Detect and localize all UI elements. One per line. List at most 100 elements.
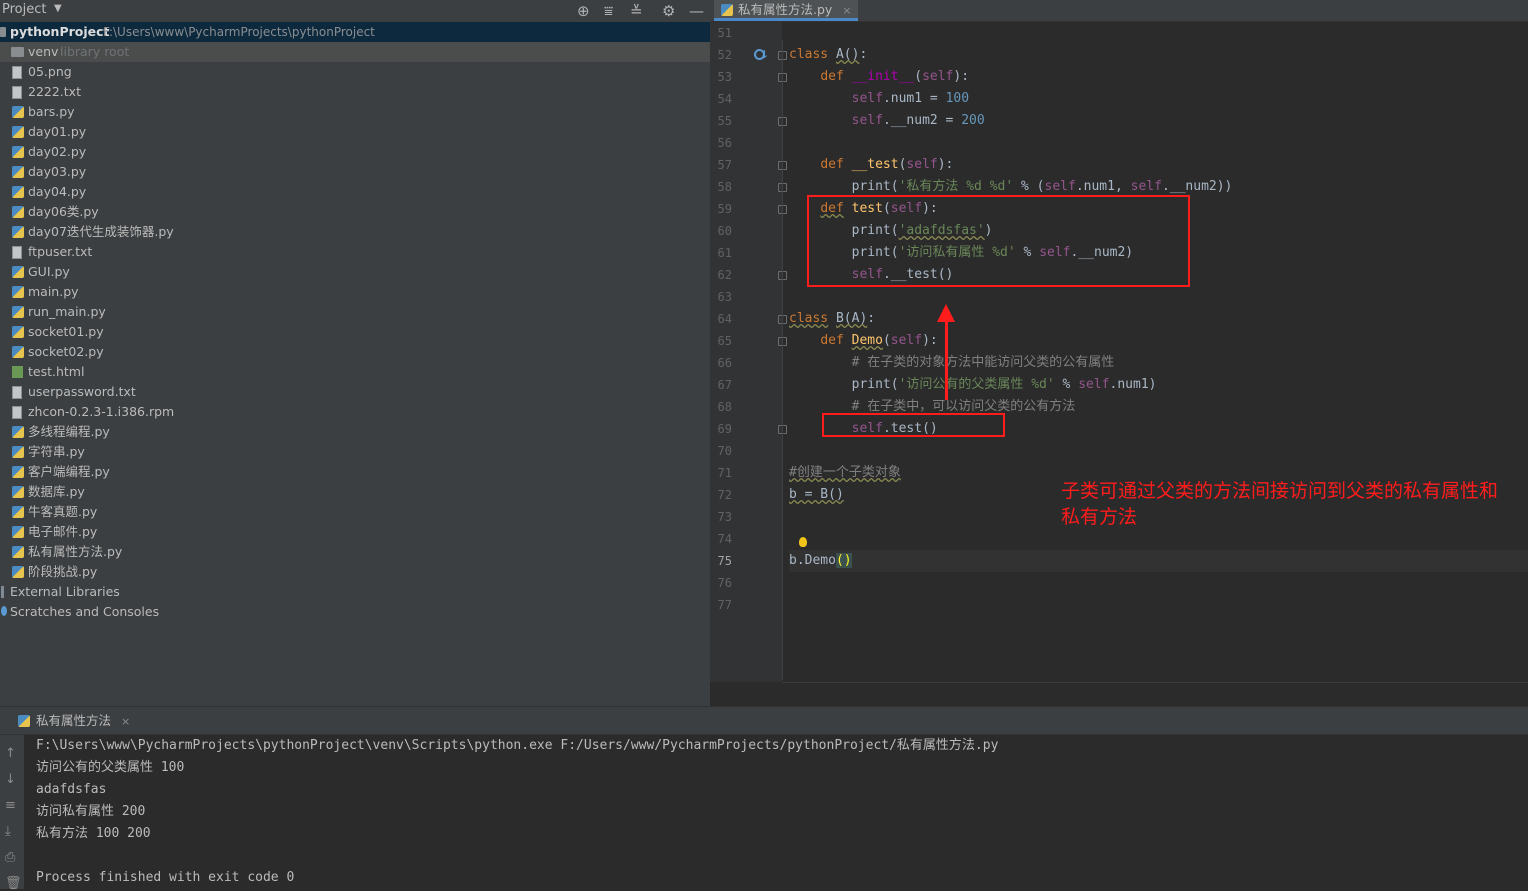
indent-guide (782, 40, 783, 680)
python-file-icon (12, 486, 24, 498)
tree-file-item[interactable]: day01.py (0, 122, 710, 142)
line-number: 58 (717, 180, 732, 194)
tree-file-item[interactable]: day07迭代生成装饰器.py (0, 222, 710, 242)
folder-icon (0, 27, 6, 37)
line-number: 54 (717, 92, 732, 106)
line-number: 72 (717, 488, 732, 502)
console-line: adafdsfas (36, 782, 107, 797)
lightbulb-icon[interactable] (799, 537, 807, 547)
collapse-all-icon[interactable]: ≚ (630, 1, 643, 21)
python-file-icon (12, 106, 24, 118)
line-number: 66 (717, 356, 732, 370)
tree-file-item[interactable]: 字符串.py (0, 442, 710, 462)
tree-item-venv[interactable]: venv library root (0, 42, 710, 62)
tree-file-label: ftpuser.txt (28, 244, 93, 259)
scratch-icon (1, 606, 7, 616)
tree-file-item[interactable]: day03.py (0, 162, 710, 182)
tree-file-item[interactable]: day04.py (0, 182, 710, 202)
line-number: 62 (717, 268, 732, 282)
minimize-icon[interactable]: — (689, 1, 704, 21)
tree-file-label: socket02.py (28, 344, 104, 359)
close-icon[interactable]: × (842, 4, 851, 17)
tree-item-scratches[interactable]: Scratches and Consoles (0, 602, 710, 622)
text-file-icon (12, 246, 22, 259)
tree-file-item[interactable]: socket01.py (0, 322, 710, 342)
code-line-67: print('访问公有的父类属性 %d' % self.num1) (789, 377, 1157, 392)
tree-file-item[interactable]: day06类.py (0, 202, 710, 222)
python-file-icon (12, 346, 24, 358)
line-number: 51 (717, 26, 732, 40)
python-file-icon (12, 126, 24, 138)
python-file-icon (12, 426, 24, 438)
tree-file-item[interactable]: 数据库.py (0, 482, 710, 502)
line-number: 67 (717, 378, 732, 392)
highlight-box-self-test-call (822, 413, 1005, 437)
tree-file-item[interactable]: main.py (0, 282, 710, 302)
expand-all-icon[interactable]: ⩸ (604, 1, 613, 21)
print-icon[interactable]: ⎙ (5, 851, 15, 865)
run-tab[interactable]: 私有属性方法 × (18, 711, 130, 732)
project-view-title[interactable]: Project (2, 2, 46, 17)
tree-file-label: GUI.py (28, 264, 70, 279)
scroll-to-end-icon[interactable]: ⤓ (5, 825, 11, 839)
line-number: 65 (717, 334, 732, 348)
tree-file-item[interactable]: 客户端编程.py (0, 462, 710, 482)
gear-icon[interactable]: ⚙ (662, 1, 675, 21)
code-line-72: b = B() (789, 487, 844, 502)
tree-file-item[interactable]: ftpuser.txt (0, 242, 710, 262)
tree-file-item[interactable]: 阶段挑战.py (0, 562, 710, 582)
project-panel: Project ▼ ⊕ ⩸ ≚ ⚙ — pythonProject F:\Use… (0, 0, 710, 706)
python-file-icon (12, 306, 24, 318)
tree-file-item[interactable]: userpassword.txt (0, 382, 710, 402)
tree-file-item[interactable]: day02.py (0, 142, 710, 162)
tree-file-item[interactable]: zhcon-0.2.3-1.i386.rpm (0, 402, 710, 422)
tree-file-item[interactable]: 电子邮件.py (0, 522, 710, 542)
run-toolbar: ↑ ↓ ≡ ⤓ ⎙ 🗑 (0, 735, 24, 891)
editor-panel: 私有属性方法.py × 51 52 53 54 55 56 57 58 59 60 61 62 63 64… (710, 0, 1528, 706)
line-number: 69 (717, 422, 732, 436)
tree-file-item[interactable]: bars.py (0, 102, 710, 122)
tree-file-item[interactable]: run_main.py (0, 302, 710, 322)
tree-root-pythonproject[interactable]: pythonProject F:\Users\www\PycharmProjec… (0, 22, 710, 42)
python-file-icon (12, 506, 24, 518)
soft-wrap-icon[interactable]: ≡ (5, 799, 16, 813)
tree-file-item[interactable]: 05.png (0, 62, 710, 82)
python-file-icon (12, 326, 24, 338)
code-line-65: def Demo(self): (820, 333, 938, 348)
tree-file-item[interactable]: test.html (0, 362, 710, 382)
tree-file-item[interactable]: socket02.py (0, 342, 710, 362)
scroll-down-icon[interactable]: ↓ (5, 773, 16, 787)
locate-icon[interactable]: ⊕ (577, 1, 590, 21)
tree-file-item[interactable]: 多线程编程.py (0, 422, 710, 442)
editor-horizontal-scroll[interactable] (782, 682, 1528, 706)
view-dropdown-icon[interactable]: ▼ (54, 3, 62, 14)
python-file-icon (12, 146, 24, 158)
code-line-52: class A(): (789, 47, 868, 62)
tree-item-external-libraries[interactable]: External Libraries (0, 582, 710, 602)
code-line-66: # 在子类的对象方法中能访问父类的公有属性 (851, 355, 1115, 370)
tree-file-item[interactable]: 私有属性方法.py (0, 542, 710, 562)
tree-file-item[interactable]: GUI.py (0, 262, 710, 282)
tree-file-label: run_main.py (28, 304, 106, 319)
console-line: 访问公有的父类属性 100 (36, 760, 185, 775)
close-icon[interactable]: × (121, 715, 130, 728)
code-line-53: def __init__(self): (820, 69, 970, 84)
code-area[interactable]: class A(): def __init__(self): self.num1… (789, 22, 1528, 682)
text-file-icon (12, 66, 22, 79)
line-number-gutter: 51 52 53 54 55 56 57 58 59 60 61 62 63 64 65 66 67 68 69 70… (710, 22, 787, 682)
python-file-icon (12, 266, 24, 278)
tree-file-item[interactable]: 2222.txt (0, 82, 710, 102)
tree-file-label: 多线程编程.py (28, 424, 110, 439)
tab-private-attr-file[interactable]: 私有属性方法.py × (714, 0, 858, 21)
library-icon (1, 586, 4, 598)
console-line: 访问私有属性 200 (36, 804, 146, 819)
trash-icon[interactable]: 🗑 (5, 877, 22, 891)
run-panel-header: 私有属性方法 × (0, 707, 1528, 735)
line-number: 61 (717, 246, 732, 260)
tree-file-label: main.py (28, 284, 79, 299)
scroll-up-icon[interactable]: ↑ (5, 747, 16, 761)
tree-file-item[interactable]: 牛客真题.py (0, 502, 710, 522)
line-number: 56 (717, 136, 732, 150)
line-number: 60 (717, 224, 732, 238)
tree-item-label: venv (28, 44, 59, 59)
